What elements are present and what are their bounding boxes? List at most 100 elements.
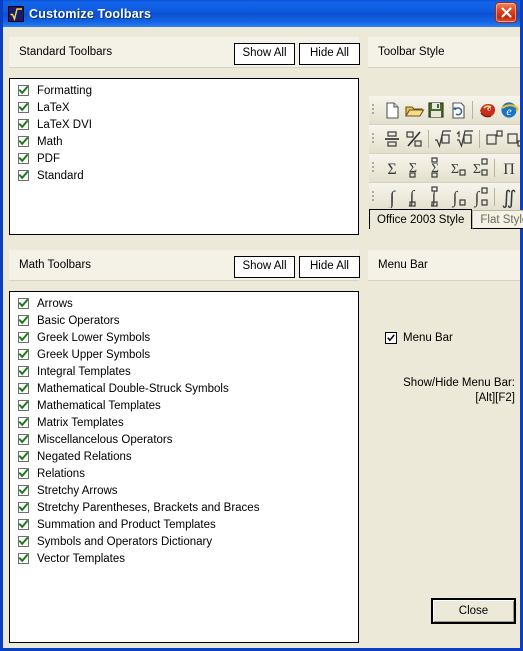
checkbox-checked-icon[interactable] <box>18 153 29 164</box>
checkbox-checked-icon[interactable] <box>18 417 29 428</box>
checkbox-checked-icon[interactable] <box>18 332 29 343</box>
list-item[interactable]: Stretchy Parentheses, Brackets and Brace… <box>10 499 358 516</box>
title-bar[interactable]: Customize Toolbars <box>3 0 520 28</box>
standard-toolbar-item-label: Math <box>37 135 63 148</box>
integral-sub-sup-icon[interactable]: ∫ <box>469 186 491 208</box>
subscript-box-icon[interactable] <box>505 128 520 150</box>
list-item[interactable]: Mathematical Templates <box>10 397 358 414</box>
fraction-template-icon[interactable] <box>381 128 403 150</box>
list-item[interactable]: Miscellancelous Operators <box>10 431 358 448</box>
math-toolbar-item-label: Relations <box>37 467 85 480</box>
new-document-icon[interactable] <box>381 99 403 121</box>
svg-text:∫: ∫ <box>474 188 481 208</box>
mozilla-dragon-icon[interactable] <box>476 99 498 121</box>
save-disk-icon[interactable] <box>425 99 447 121</box>
list-item[interactable]: Relations <box>10 465 358 482</box>
list-item[interactable]: PDF <box>10 150 358 167</box>
checkbox-checked-icon[interactable] <box>18 536 29 547</box>
refresh-document-icon[interactable] <box>447 99 469 121</box>
math-toolbar-item-label: Arrows <box>37 297 73 310</box>
checkbox-checked-icon[interactable] <box>18 383 29 394</box>
list-item[interactable]: Summation and Product Templates <box>10 516 358 533</box>
internet-explorer-icon[interactable]: e <box>498 99 520 121</box>
checkbox-checked-icon[interactable] <box>18 102 29 113</box>
checkbox-checked-icon[interactable] <box>18 485 29 496</box>
standard-header-divider <box>9 67 359 68</box>
checkbox-checked-icon[interactable] <box>18 170 29 181</box>
list-item[interactable]: Arrows <box>10 295 358 312</box>
list-item[interactable]: Negated Relations <box>10 448 358 465</box>
toolbar-style-tab[interactable]: Flat Style <box>472 210 523 229</box>
sigma-both-limits-icon[interactable]: Σ <box>425 157 447 179</box>
sigma-subscript-icon[interactable]: Σ <box>447 157 469 179</box>
superscript-box-icon[interactable] <box>483 128 505 150</box>
menu-bar-divider <box>368 280 520 281</box>
list-item[interactable]: Greek Lower Symbols <box>10 329 358 346</box>
toolbar-style-tab[interactable]: Office 2003 Style <box>369 209 473 229</box>
list-item[interactable]: Greek Upper Symbols <box>10 346 358 363</box>
toolbar-separator <box>494 188 495 206</box>
product-icon[interactable]: Π <box>498 157 520 179</box>
math-show-all-button[interactable]: Show All <box>234 256 295 278</box>
list-item[interactable]: LaTeX <box>10 99 358 116</box>
list-item[interactable]: Symbols and Operators Dictionary <box>10 533 358 550</box>
list-item[interactable]: Standard <box>10 167 358 184</box>
checkbox-checked-icon[interactable] <box>18 519 29 530</box>
math-toolbar-item-label: Miscellancelous Operators <box>37 433 173 446</box>
toolbar-style-tabs[interactable]: Office 2003 StyleFlat Style <box>369 209 523 229</box>
toolbar-grip-icon[interactable] <box>371 160 378 176</box>
math-toolbar-item-label: Mathematical Templates <box>37 399 161 412</box>
toolbar-grip-icon[interactable] <box>371 131 378 147</box>
integral-lower-icon[interactable]: ∫ <box>403 186 425 208</box>
list-item[interactable]: Vector Templates <box>10 550 358 567</box>
square-root-icon[interactable] <box>432 128 454 150</box>
svg-text:∫: ∫ <box>452 188 459 208</box>
standard-toolbars-list[interactable]: Formatting LaTeX LaTeX DVI Math PDF Standard <box>9 78 359 235</box>
checkbox-checked-icon[interactable] <box>18 298 29 309</box>
integral-icon[interactable]: ∫ <box>381 186 403 208</box>
checkbox-checked-icon[interactable] <box>18 553 29 564</box>
list-item[interactable]: Integral Templates <box>10 363 358 380</box>
math-toolbar-item-label: Greek Lower Symbols <box>37 331 151 344</box>
standard-toolbars-title: Standard Toolbars <box>19 46 113 58</box>
checkbox-checked-icon[interactable] <box>18 85 29 96</box>
checkbox-checked-icon[interactable] <box>18 451 29 462</box>
toolbar-grip-icon[interactable] <box>371 102 378 118</box>
math-hide-all-button[interactable]: Hide All <box>299 256 360 278</box>
list-item[interactable]: Stretchy Arrows <box>10 482 358 499</box>
standard-show-all-button[interactable]: Show All <box>234 43 295 65</box>
toolbar-grip-icon[interactable] <box>371 189 378 205</box>
double-integral-icon[interactable]: ∬ <box>498 186 520 208</box>
list-item[interactable]: LaTeX DVI <box>10 116 358 133</box>
sigma-sub-sup-icon[interactable]: Σ <box>469 157 491 179</box>
menu-bar-checkbox[interactable]: Menu Bar <box>385 332 453 344</box>
sigma-icon[interactable]: Σ <box>381 157 403 179</box>
checkbox-checked-icon[interactable] <box>18 502 29 513</box>
checkbox-checked-icon[interactable] <box>18 349 29 360</box>
list-item[interactable]: Formatting <box>10 82 358 99</box>
list-item[interactable]: Mathematical Double-Struck Symbols <box>10 380 358 397</box>
integral-both-icon[interactable]: ∫ <box>425 186 447 208</box>
math-toolbar-item-label: Integral Templates <box>37 365 131 378</box>
checkbox-checked-icon[interactable] <box>18 119 29 130</box>
checkbox-checked-icon[interactable] <box>18 434 29 445</box>
checkbox-checked-icon[interactable] <box>18 315 29 326</box>
open-folder-icon[interactable] <box>403 99 425 121</box>
toolbar-preview-row: ∫∫∫∫∫∬∬ <box>369 183 520 212</box>
list-item[interactable]: Matrix Templates <box>10 414 358 431</box>
list-item[interactable]: Basic Operators <box>10 312 358 329</box>
close-button[interactable]: Close <box>431 598 516 624</box>
nth-root-icon[interactable] <box>454 128 476 150</box>
checkbox-checked-icon[interactable] <box>18 400 29 411</box>
slashed-fraction-icon[interactable] <box>403 128 425 150</box>
standard-hide-all-button[interactable]: Hide All <box>299 43 360 65</box>
checkbox-checked-icon[interactable] <box>18 468 29 479</box>
checkbox-checked-icon[interactable] <box>18 136 29 147</box>
toolbar-style-preview[interactable]: eΣΣΣΣΣΠΠ∫∫∫∫∫∬∬ <box>369 96 520 212</box>
integral-subscript-icon[interactable]: ∫ <box>447 186 469 208</box>
close-icon[interactable] <box>495 2 517 23</box>
math-toolbars-list[interactable]: Arrows Basic Operators Greek Lower Symbols… <box>9 291 359 643</box>
sigma-lower-limit-icon[interactable]: Σ <box>403 157 425 179</box>
checkbox-checked-icon[interactable] <box>18 366 29 377</box>
list-item[interactable]: Math <box>10 133 358 150</box>
